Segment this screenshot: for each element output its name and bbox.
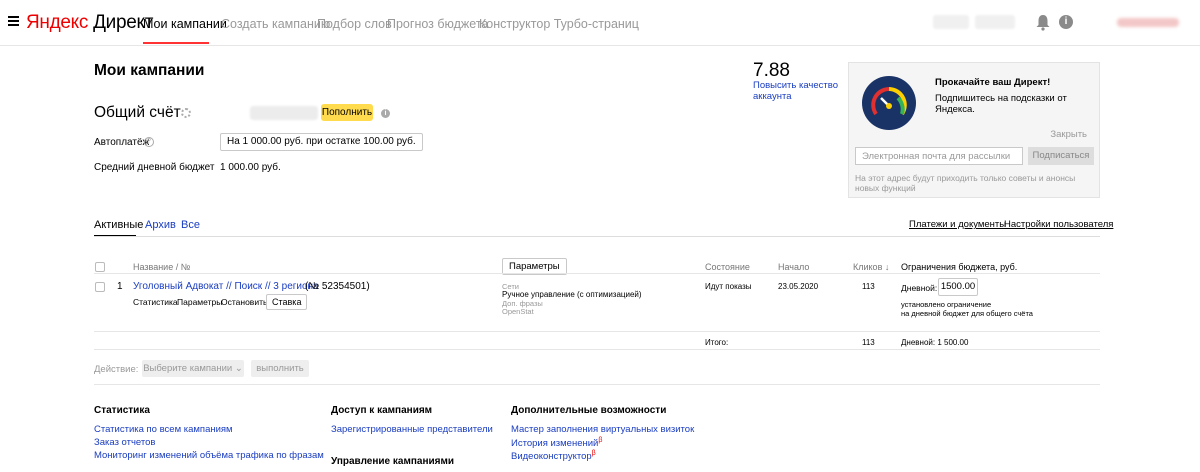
user-settings-link[interactable]: Настройки пользователя [1004,219,1113,230]
footer-link-video-constructor[interactable]: Видеоконструкторβ [511,450,596,462]
footer-link-reports[interactable]: Заказ отчетов [94,437,155,448]
column-name[interactable]: Название / № [133,262,190,272]
nav-word-selection[interactable]: Подбор слов [317,17,392,31]
limit-note-line2: на дневной бюджет для общего счёта [901,309,1033,318]
campaign-number: (№ 52354501) [305,281,370,292]
daily-budget-link[interactable]: 1 000.00 руб. [220,162,281,173]
campaign-start-date: 23.05.2020 [778,282,819,291]
nav-active-underline [143,42,209,44]
quality-link-line2: аккаунта [753,91,792,102]
subscribe-button[interactable]: Подписаться [1028,147,1094,165]
user-name-blurred[interactable] [1117,18,1179,27]
campaign-select[interactable]: Выберите кампании ⌄ [142,360,244,377]
bid-button[interactable]: Ставка [266,294,308,310]
balance-blurred [250,106,318,120]
daily-limit-label: Дневной: [901,283,938,293]
payments-documents-link[interactable]: Платежи и документы [909,219,1006,230]
column-budget: Ограничения бюджета, руб. [901,262,1018,272]
promo-note: На этот адрес будут приходить только сов… [855,173,1076,193]
limit-note-line1: установлено ограничение [901,300,992,309]
account-title: Общий счёт [94,104,181,121]
row-index: 1 [117,281,123,292]
quality-link[interactable]: Повысить качество аккаунта [753,80,843,102]
footer-link-all-stats[interactable]: Статистика по всем кампаниям [94,424,233,435]
info-icon[interactable]: i [1059,15,1073,29]
row-checkbox[interactable] [95,282,105,292]
openstat-label: OpenStat [502,307,534,316]
total-clicks: 113 [862,338,875,347]
menu-icon[interactable] [8,16,19,26]
logo-yandex: Яндекс [26,12,89,33]
footer-link-history-label: История изменений [511,438,599,450]
info-icon[interactable]: i [381,109,390,118]
campaign-select-label: Выберите кампании [143,363,233,374]
promo-close-link[interactable]: Закрыть [1050,129,1087,140]
tab-active[interactable]: Активные [94,219,143,231]
footer-manage-title: Управление кампаниями [331,456,455,467]
divider [94,236,1100,237]
stats-link[interactable]: Статистика [133,297,178,307]
promo-text: Подпишитесь на подсказки от Яндекса. [935,93,1067,115]
divider [94,349,1100,350]
quality-score: 7.88 [753,60,790,81]
footer-stats-title: Статистика [94,405,150,416]
footer-access-title: Доступ к кампаниям [331,405,433,416]
blurred-element [933,15,969,29]
column-state: Состояние [705,262,750,272]
promo-title: Прокачайте ваш Директ! [935,77,1051,88]
top-bar: Яндекс Директ Мои кампании Создать кампа… [0,0,1200,46]
tab-all[interactable]: Все [181,219,200,231]
footer-extra-title: Дополнительные возможности [511,405,667,416]
topup-button[interactable]: Пополнить [321,104,373,121]
total-daily: Дневной: 1 500.00 [901,338,969,347]
nav-turbo-constructor[interactable]: Конструктор Турбо-страниц [479,17,639,31]
total-label: Итого: [705,338,729,347]
beta-mark: β [591,450,596,457]
speedometer-icon [862,76,916,130]
promo-panel: Прокачайте ваш Директ! Подпишитесь на по… [848,62,1100,198]
execute-button[interactable]: выполнить [251,360,309,377]
nav-create-campaign[interactable]: Создать кампанию [221,17,330,31]
nav-my-campaigns[interactable]: Мои кампании [143,17,227,31]
autopay-value-button[interactable]: На 1 000.00 руб. при остатке 100.00 руб. [220,133,423,151]
divider [94,384,1100,385]
autopay-label: Автоплатёж [94,137,150,148]
bell-icon[interactable] [1035,14,1051,31]
footer-link-traffic-monitoring[interactable]: Мониторинг изменений объёма трафика по ф… [94,450,324,461]
campaign-state: Идут показы [705,282,752,291]
column-clicks[interactable]: Кликов ↓ [853,262,889,272]
footer-link-history[interactable]: История измененийβ [511,437,602,449]
gear-icon[interactable] [181,108,191,118]
stop-link[interactable]: Остановить [221,297,267,307]
footer-link-representatives[interactable]: Зарегистрированные представители [331,424,493,435]
action-label: Действие: [94,364,139,375]
divider [94,273,1100,274]
campaign-clicks: 113 [862,282,875,291]
beta-mark: β [598,437,603,444]
tab-archive[interactable]: Архив [145,219,176,231]
footer-link-vcard-wizard[interactable]: Мастер заполнения виртуальных визиток [511,424,694,435]
divider [94,331,1100,332]
chevron-down-icon: ⌄ [234,363,243,374]
select-all-checkbox[interactable] [95,262,105,272]
page-title: Мои кампании [94,62,205,79]
campaign-name-link[interactable]: Уголовный Адвокат // Поиск // 3 региона [133,281,319,292]
column-start[interactable]: Начало [778,262,809,272]
params-link[interactable]: Параметры [177,297,222,307]
nav-budget-forecast[interactable]: Прогноз бюджета [387,17,488,31]
help-icon[interactable]: ? [144,137,154,147]
logo[interactable]: Яндекс Директ [26,12,153,34]
quality-link-line1: Повысить качество [753,80,838,91]
strategy-text: Ручное управление (с оптимизацией) [502,290,642,299]
footer-link-video-label: Видеоконструктор [511,451,592,463]
blurred-element [975,15,1015,29]
daily-limit-input[interactable]: 1500.00 [938,278,978,296]
email-field[interactable]: Электронная почта для рассылки [855,147,1023,165]
daily-budget-label: Средний дневной бюджет [94,162,215,173]
